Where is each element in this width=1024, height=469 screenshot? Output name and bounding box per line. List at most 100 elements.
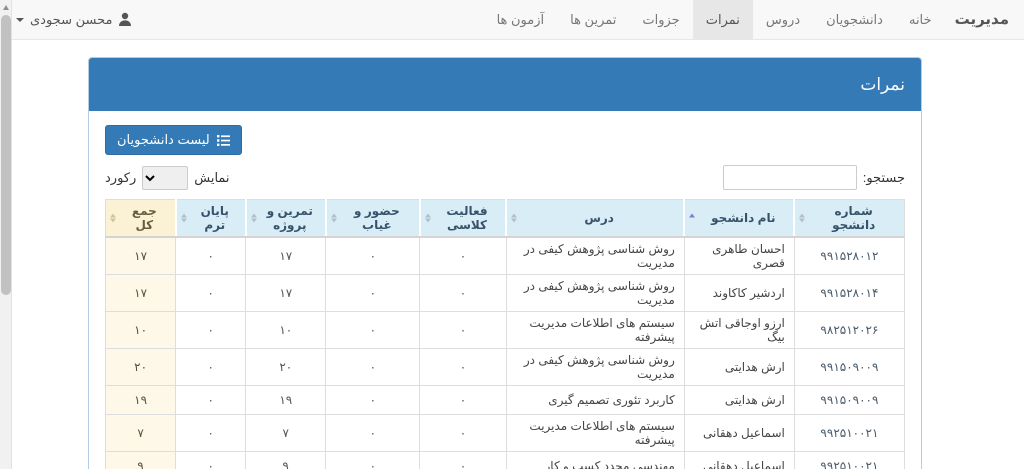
- cell-attendance: ۰: [325, 414, 421, 452]
- top-navbar: مدیریت خانه دانشجویان دروس نمرات جزوات ت…: [0, 0, 1024, 40]
- students-list-button-label: لیست دانشجویان: [117, 132, 210, 147]
- records-per-page-select[interactable]: [142, 165, 189, 190]
- cell-final-exam: ۰: [175, 414, 247, 452]
- cell-final-exam: ۰: [175, 385, 247, 415]
- cell-attendance: ۰: [325, 274, 421, 312]
- button-row: لیست دانشجویان: [105, 125, 905, 155]
- grades-table: شماره دانشجو نام دانشجو درس فعالیت کلاسی…: [104, 199, 906, 469]
- cell-class-activity: ۰: [419, 451, 507, 469]
- sort-icon: [180, 213, 187, 223]
- cell-total: ۱۷: [104, 274, 177, 312]
- cell-class-activity: ۰: [419, 311, 507, 349]
- table-row: ۹۹۱۵۲۸۰۱۴ اردشیر کاکاوند روش شناسی پژوهش…: [104, 274, 906, 312]
- cell-total: ۲۰: [104, 348, 177, 386]
- cell-homework-project: ۷: [245, 414, 327, 452]
- cell-student-name: اسماعیل دهقانی: [683, 451, 795, 469]
- cell-student-number: ۹۹۱۵۰۹۰۰۹: [793, 348, 906, 386]
- nav-item-exercises[interactable]: تمرین ها: [557, 0, 629, 39]
- scrollbar-up-arrow-icon[interactable]: [0, 0, 11, 14]
- cell-attendance: ۰: [325, 348, 421, 386]
- table-row: ۹۸۲۵۱۲۰۲۶ ارزو اوجاقی اتش بیگ سیستم های …: [104, 311, 906, 349]
- cell-course: سیستم های اطلاعات مدیریت پیشرفته: [505, 414, 685, 452]
- cell-final-exam: ۰: [175, 236, 247, 275]
- nav-item-courses[interactable]: دروس: [753, 0, 813, 39]
- page-title: نمرات: [860, 75, 905, 94]
- cell-attendance: ۰: [325, 236, 421, 275]
- brand-link[interactable]: مدیریت: [945, 0, 1024, 39]
- cell-homework-project: ۱۰: [245, 311, 327, 349]
- cell-total: ۱۷: [104, 236, 177, 275]
- cell-course: روش شناسی پژوهش کیفی در مدیریت: [505, 236, 685, 275]
- column-header-class-activity[interactable]: فعالیت کلاسی: [418, 199, 507, 238]
- cell-final-exam: ۰: [175, 311, 247, 349]
- table-header-row: شماره دانشجو نام دانشجو درس فعالیت کلاسی…: [104, 199, 905, 238]
- cell-homework-project: ۱۷: [245, 274, 327, 312]
- panel-header: نمرات: [89, 58, 921, 111]
- search-input[interactable]: [722, 165, 857, 190]
- cell-course: روش شناسی پژوهش کیفی در مدیریت: [505, 348, 685, 386]
- cell-homework-project: ۲۰: [245, 348, 327, 386]
- sort-asc-icon: [689, 213, 696, 223]
- cell-final-exam: ۰: [175, 348, 247, 386]
- cell-attendance: ۰: [325, 451, 421, 469]
- column-header-student-name[interactable]: نام دانشجو: [683, 199, 795, 238]
- column-header-attendance[interactable]: حضور و غیاب: [324, 199, 420, 238]
- column-header-homework-project[interactable]: تمرین و پروژه: [244, 199, 326, 238]
- length-label-show: نمایش: [194, 169, 230, 185]
- grades-tbody: ۹۹۱۵۲۸۰۱۲ احسان طاهری قصری روش شناسی پژو…: [104, 236, 906, 469]
- table-row: ۹۹۲۵۱۰۰۲۱ اسماعیل دهقانی مهندسی مجدد کسب…: [104, 451, 906, 469]
- length-group: نمایش رکورد: [105, 165, 230, 190]
- sort-icon: [330, 213, 337, 223]
- nav-item-exams[interactable]: آزمون ها: [484, 0, 558, 39]
- cell-class-activity: ۰: [419, 274, 507, 312]
- cell-class-activity: ۰: [419, 348, 507, 386]
- table-row: ۹۹۱۵۲۸۰۱۲ احسان طاهری قصری روش شناسی پژو…: [104, 236, 906, 275]
- cell-student-name: ارش هدایتی: [683, 385, 795, 415]
- cell-course: مهندسی مجدد کسب و کار: [505, 451, 685, 469]
- person-icon: [118, 12, 132, 27]
- page: مدیریت خانه دانشجویان دروس نمرات جزوات ت…: [0, 0, 1024, 469]
- user-name: محسن سجودی: [30, 11, 113, 27]
- search-group: جستجو:: [722, 165, 905, 190]
- sort-icon: [250, 213, 257, 223]
- user-menu[interactable]: محسن سجودی: [0, 0, 148, 39]
- column-header-student-number[interactable]: شماره دانشجو: [793, 199, 905, 238]
- column-header-final-exam[interactable]: پایان ترم: [174, 199, 246, 238]
- cell-student-number: ۹۹۲۵۱۰۰۲۱: [793, 414, 906, 452]
- cell-total: ۷: [104, 414, 177, 452]
- cell-student-number: ۹۹۲۵۱۰۰۲۱: [793, 451, 906, 469]
- cell-attendance: ۰: [325, 385, 421, 415]
- cell-total: ۱۰: [104, 311, 177, 349]
- cell-homework-project: ۹: [245, 451, 327, 469]
- chevron-down-icon: [16, 17, 24, 22]
- cell-student-name: ارزو اوجاقی اتش بیگ: [683, 311, 795, 349]
- cell-class-activity: ۰: [419, 414, 507, 452]
- cell-class-activity: ۰: [419, 385, 507, 415]
- cell-course: سیستم های اطلاعات مدیریت پیشرفته: [505, 311, 685, 349]
- list-icon: [216, 134, 230, 146]
- cell-course: کاربرد تئوری تصمیم گیری: [505, 385, 685, 415]
- nav-item-handouts[interactable]: جزوات: [629, 0, 692, 39]
- sort-icon: [424, 213, 431, 223]
- cell-student-name: احسان طاهری قصری: [683, 236, 795, 275]
- cell-course: روش شناسی پژوهش کیفی در مدیریت: [505, 274, 685, 312]
- cell-attendance: ۰: [325, 311, 421, 349]
- grades-panel: نمرات لیست دانشجویان جستجو: نمایش رکورد …: [88, 57, 922, 469]
- nav-item-students[interactable]: دانشجویان: [813, 0, 896, 39]
- scrollbar-thumb[interactable]: [1, 15, 11, 295]
- table-row: ۹۹۱۵۰۹۰۰۹ ارش هدایتی روش شناسی پژوهش کیف…: [104, 348, 906, 386]
- vertical-scrollbar[interactable]: [0, 0, 12, 469]
- search-label: جستجو:: [862, 169, 905, 185]
- column-header-total[interactable]: جمع کل: [104, 199, 176, 238]
- cell-total: ۱۹: [104, 385, 177, 415]
- students-list-button[interactable]: لیست دانشجویان: [105, 125, 242, 155]
- sort-icon: [799, 213, 806, 223]
- table-row: ۹۹۲۵۱۰۰۲۱ اسماعیل دهقانی سیستم های اطلاع…: [104, 414, 906, 452]
- cell-student-number: ۹۹۱۵۲۸۰۱۴: [793, 274, 906, 312]
- table-controls: جستجو: نمایش رکورد: [105, 165, 905, 190]
- nav-item-home[interactable]: خانه: [896, 0, 945, 39]
- nav-item-grades[interactable]: نمرات: [692, 0, 753, 39]
- column-header-course[interactable]: درس: [505, 199, 685, 238]
- cell-student-number: ۹۹۱۵۲۸۰۱۲: [793, 236, 906, 275]
- cell-student-number: ۹۸۲۵۱۲۰۲۶: [793, 311, 906, 349]
